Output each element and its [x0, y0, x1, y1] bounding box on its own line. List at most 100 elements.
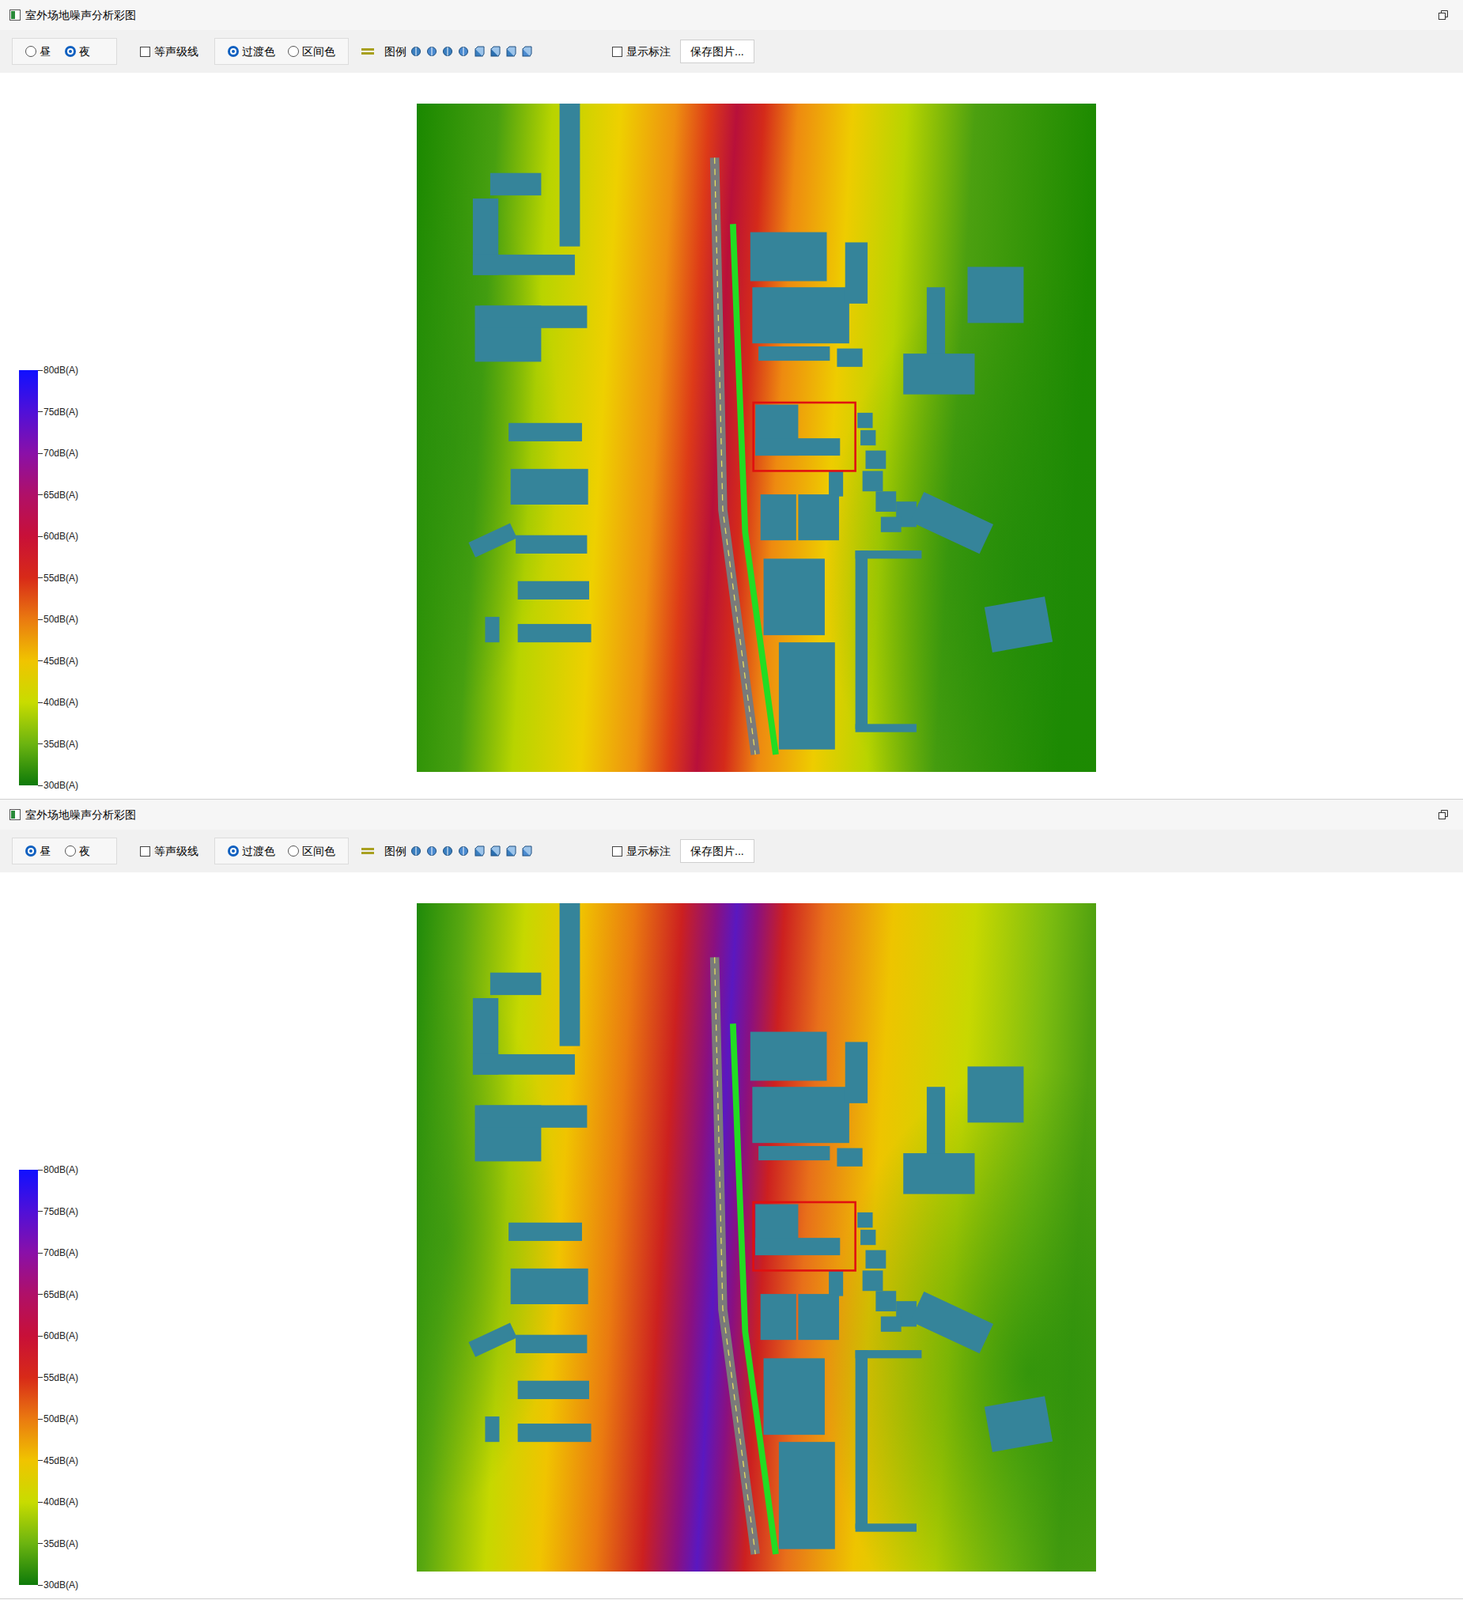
- legend-tick: 50dB(A): [37, 612, 79, 626]
- contour-checkbox[interactable]: 等声级线: [139, 43, 199, 61]
- contour-checkbox[interactable]: 等声级线: [139, 843, 199, 860]
- legend-tick: 75dB(A): [37, 1205, 79, 1218]
- checkbox-box: [139, 46, 151, 57]
- radio-option[interactable]: 区间色: [287, 843, 336, 860]
- view-icon[interactable]: [505, 45, 518, 58]
- legend-tick: 35dB(A): [37, 737, 79, 751]
- window-title: 室外场地噪声分析彩图: [25, 7, 137, 24]
- legend-tick: 40dB(A): [37, 695, 79, 709]
- period-group: 昼夜: [11, 837, 118, 865]
- radio-dot: [64, 845, 76, 857]
- legend-bar: [18, 1169, 38, 1585]
- legend-tick: 30dB(A): [37, 1578, 79, 1592]
- view-icon[interactable]: [410, 45, 423, 58]
- app-icon: [9, 9, 21, 21]
- content-area: 80dB(A) 75dB(A) 70dB(A) 65dB(A) 60dB(A) 55dB(…: [0, 872, 1463, 1599]
- legend-bar: [18, 370, 38, 786]
- legend-ticks: 80dB(A)75dB(A)70dB(A)65dB(A)60dB(A)55dB(…: [37, 363, 79, 792]
- radio-option[interactable]: 昼: [25, 43, 51, 61]
- view-icon[interactable]: [410, 845, 423, 858]
- radio-dot: [25, 845, 37, 857]
- radio-label: 区间色: [302, 843, 336, 860]
- view-icon[interactable]: [521, 45, 534, 58]
- radio-label: 夜: [79, 43, 91, 61]
- legend: 80dB(A)75dB(A)70dB(A)65dB(A)60dB(A)55dB(…: [18, 363, 417, 799]
- radio-option[interactable]: 夜: [64, 43, 91, 61]
- view-icon[interactable]: [442, 845, 454, 858]
- view-icon[interactable]: [473, 845, 486, 858]
- legend-tick: 70dB(A): [37, 1246, 79, 1259]
- save-button[interactable]: 保存图片...: [680, 39, 755, 64]
- legend: 80dB(A) 75dB(A) 70dB(A) 65dB(A) 60dB(A) 55dB(…: [18, 1163, 417, 1599]
- radio-label: 过渡色: [241, 843, 276, 860]
- radio-option[interactable]: 昼: [25, 843, 51, 860]
- view-icon[interactable]: [426, 45, 439, 58]
- legend-tools: 图例: [361, 843, 534, 860]
- legend-tick: 30dB(A): [37, 778, 79, 792]
- radio-dot: [64, 45, 76, 57]
- legend-tick: 55dB(A): [37, 571, 79, 585]
- legend-label[interactable]: 图例: [384, 843, 407, 860]
- radio-dot: [227, 45, 239, 57]
- view-icon[interactable]: [489, 45, 502, 58]
- restore-icon[interactable]: [1437, 9, 1449, 21]
- checkbox-box: [612, 46, 623, 57]
- view-icon[interactable]: [426, 845, 439, 858]
- view-icon[interactable]: [473, 45, 486, 58]
- legend-tick: 35dB(A): [37, 1537, 79, 1550]
- radio-label: 区间色: [302, 43, 336, 61]
- view-icon[interactable]: [521, 845, 534, 858]
- checkbox-box: [612, 846, 623, 857]
- legend-tick: 65dB(A): [37, 488, 79, 502]
- view-icon[interactable]: [442, 45, 454, 58]
- legend-tick: 50dB(A): [37, 1412, 79, 1426]
- legend-tick: 45dB(A): [37, 654, 79, 668]
- legend-tick: 75dB(A): [37, 405, 79, 419]
- app-icon: [9, 808, 21, 821]
- legend-tools: 图例: [361, 43, 534, 61]
- toolbar: 昼夜等声级线过渡色区间色图例显示标注保存图片...: [0, 829, 1463, 873]
- radio-dot: [25, 45, 37, 57]
- view-icon[interactable]: [505, 845, 518, 858]
- radio-label: 夜: [79, 843, 91, 860]
- noise-map: [416, 103, 1097, 772]
- view-icon[interactable]: [457, 845, 470, 858]
- radio-option[interactable]: 过渡色: [227, 843, 276, 860]
- toolbar: 昼 夜 等声级线 过渡色 区间色 图例 显示标注保存图片...: [0, 30, 1463, 73]
- legend-tick: 55dB(A): [37, 1371, 79, 1384]
- window: 室外场地噪声分析彩图昼 夜 等声级线 过渡色 区间色 图例 显示标注保存图片... 80dB(…: [0, 0, 1463, 800]
- show-labels-checkbox[interactable]: 显示标注: [612, 843, 671, 860]
- window-title: 室外场地噪声分析彩图: [25, 806, 137, 824]
- legend-tick: 45dB(A): [37, 1454, 79, 1467]
- legend-tick: 80dB(A): [37, 1163, 79, 1176]
- radio-option[interactable]: 夜: [64, 843, 91, 860]
- title-bar: 室外场地噪声分析彩图: [0, 799, 1463, 830]
- radio-option[interactable]: 区间色: [287, 43, 336, 61]
- show-labels-checkbox[interactable]: 显示标注: [612, 43, 671, 61]
- legend-tick: 80dB(A): [37, 363, 79, 377]
- legend-tick: 70dB(A): [37, 446, 79, 460]
- radio-dot: [287, 845, 299, 857]
- legend-label[interactable]: 图例: [384, 43, 407, 61]
- radio-label: 昼: [39, 843, 51, 860]
- noise-map: [416, 903, 1097, 1572]
- checkbox-label: 显示标注: [626, 43, 671, 61]
- content-area: 80dB(A)75dB(A)70dB(A)65dB(A)60dB(A)55dB(…: [0, 72, 1463, 799]
- radio-dot: [227, 845, 239, 857]
- view-icon[interactable]: [457, 45, 470, 58]
- legend-tick: 40dB(A): [37, 1495, 79, 1509]
- legend-tick: 60dB(A): [37, 1329, 79, 1343]
- save-button[interactable]: 保存图片...: [680, 839, 755, 863]
- checkbox-label: 显示标注: [626, 843, 671, 860]
- restore-icon[interactable]: [1437, 808, 1449, 821]
- checkbox-box: [139, 846, 151, 857]
- legend-icon[interactable]: [361, 846, 375, 856]
- radio-option[interactable]: 过渡色: [227, 43, 276, 61]
- legend-icon[interactable]: [361, 46, 375, 57]
- radio-label: 昼: [39, 43, 51, 61]
- view-icon[interactable]: [489, 845, 502, 858]
- checkbox-label: 等声级线: [154, 43, 199, 61]
- color-mode-group: 过渡色 区间色: [214, 37, 349, 65]
- radio-label: 过渡色: [241, 43, 276, 61]
- legend-tick: 65dB(A): [37, 1288, 79, 1301]
